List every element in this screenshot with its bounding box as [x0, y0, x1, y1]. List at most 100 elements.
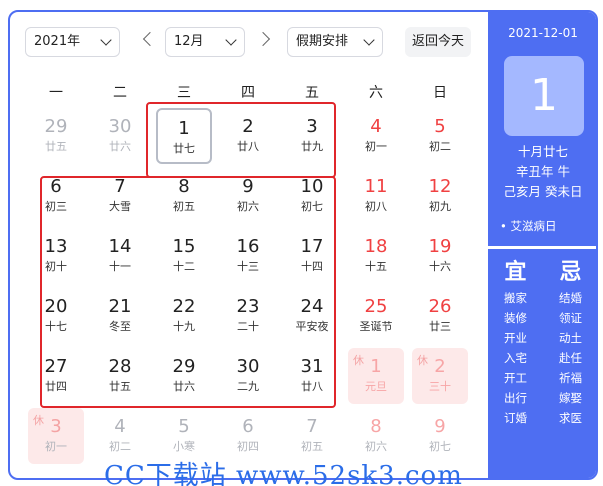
lunar-label: 廿七	[173, 142, 195, 155]
lunar-label: 十一	[109, 260, 131, 273]
lunar-ganzhi: 己亥月 癸未日	[503, 184, 583, 199]
day-cell[interactable]: 6 初三	[28, 168, 84, 224]
day-cell[interactable]: 21 冬至	[92, 288, 148, 344]
calendar-grid-pane: 2021年 12月 假期安排 返回今天 一二三四五六日 29 廿五 30 廿六 1 廿七 2…	[10, 12, 488, 478]
day-cell[interactable]: 7 大雪	[92, 168, 148, 224]
day-cell[interactable]: 30 廿六	[92, 108, 148, 164]
lunar-label: 廿八	[301, 380, 323, 393]
holiday-select[interactable]: 假期安排	[287, 27, 383, 57]
lunar-label: 初二	[429, 140, 451, 153]
day-cell[interactable]: 23 二十	[220, 288, 276, 344]
lunar-label: 初六	[237, 200, 259, 213]
day-cell[interactable]: 27 廿四	[28, 348, 84, 404]
day-number: 1	[178, 118, 190, 139]
day-cell[interactable]: 休 1 元旦	[348, 348, 404, 404]
lunar-label: 初一	[365, 140, 387, 153]
day-cell[interactable]: 30 二九	[220, 348, 276, 404]
year-select-value: 2021年	[34, 34, 81, 49]
day-cell[interactable]: 11 初八	[348, 168, 404, 224]
day-cell[interactable]: 休 3 初一	[28, 408, 84, 464]
day-cell[interactable]: 19 十六	[412, 228, 468, 284]
day-cell[interactable]: 29 廿五	[28, 108, 84, 164]
festival-label: • 艾滋病日	[500, 219, 557, 233]
weekday-label: 三	[177, 85, 191, 101]
day-cell[interactable]: 14 十一	[92, 228, 148, 284]
panel-divider	[488, 246, 596, 249]
chevron-down-icon	[225, 34, 237, 46]
day-number: 23	[236, 296, 260, 317]
day-cell[interactable]: 22 十九	[156, 288, 212, 344]
ji-item: 嫁娶	[559, 391, 582, 405]
yi-item: 开业	[504, 331, 527, 345]
day-cell[interactable]: 25 圣诞节	[348, 288, 404, 344]
weekday-label: 五	[305, 85, 319, 101]
day-cell[interactable]: 4 初一	[348, 108, 404, 164]
chevron-down-icon	[100, 34, 112, 46]
day-number: 5	[434, 116, 446, 137]
day-cell[interactable]: 24 平安夜	[284, 288, 340, 344]
day-number: 18	[364, 236, 388, 257]
day-cell[interactable]: 15 十二	[156, 228, 212, 284]
day-cell[interactable]: 20 十七	[28, 288, 84, 344]
day-cell[interactable]: 17 十四	[284, 228, 340, 284]
prev-month-icon[interactable]	[142, 31, 158, 47]
ji-column: 忌 结婚 领证 动土 赴任 祈福 嫁娶 求医	[543, 258, 596, 428]
day-number: 11	[364, 176, 388, 197]
day-number: 13	[44, 236, 68, 257]
lunar-label: 二九	[237, 380, 259, 393]
lunar-label: 廿六	[173, 380, 195, 393]
month-select[interactable]: 12月	[165, 27, 245, 57]
day-number: 8	[178, 176, 190, 197]
day-cell[interactable]: 12 初九	[412, 168, 468, 224]
lunar-label: 十三	[237, 260, 259, 273]
day-cell[interactable]: 8 初五	[156, 168, 212, 224]
day-cell[interactable]: 26 廿三	[412, 288, 468, 344]
day-cell[interactable]: 31 廿八	[284, 348, 340, 404]
yi-title: 宜	[504, 260, 527, 285]
day-number: 4	[370, 116, 382, 137]
day-number: 4	[114, 416, 126, 437]
ji-item: 领证	[559, 311, 582, 325]
day-number: 15	[172, 236, 196, 257]
year-select[interactable]: 2021年	[25, 27, 120, 57]
lunar-label: 初二	[109, 440, 131, 453]
day-number: 17	[300, 236, 324, 257]
day-number: 28	[108, 356, 132, 377]
lunar-label: 廿八	[237, 140, 259, 153]
chevron-down-icon	[363, 34, 375, 46]
day-cell[interactable]: 28 廿五	[92, 348, 148, 404]
holiday-select-value: 假期安排	[296, 34, 349, 49]
lunar-label: 初一	[45, 440, 67, 453]
yi-item: 出行	[504, 391, 527, 405]
lunar-label: 十七	[45, 320, 67, 333]
day-cell[interactable]: 10 初七	[284, 168, 340, 224]
ji-item: 动土	[559, 331, 582, 345]
day-cell[interactable]: 29 廿六	[156, 348, 212, 404]
day-cell[interactable]: 2 廿八	[220, 108, 276, 164]
day-number: 6	[50, 176, 62, 197]
weekday-label: 一	[49, 85, 63, 101]
day-cell[interactable]: 1 廿七	[156, 108, 212, 164]
lunar-date: 十月廿七	[517, 144, 568, 159]
day-cell[interactable]: 16 十三	[220, 228, 276, 284]
yi-item: 开工	[504, 371, 527, 385]
back-to-today-button[interactable]: 返回今天	[405, 27, 471, 57]
day-number: 3	[306, 116, 318, 137]
next-month-icon[interactable]	[255, 31, 271, 47]
lunar-label: 小寒	[173, 440, 195, 453]
day-cell[interactable]: 13 初十	[28, 228, 84, 284]
yi-item: 搬家	[504, 291, 527, 305]
day-cell[interactable]: 休 2 三十	[412, 348, 468, 404]
day-cell[interactable]: 5 初二	[412, 108, 468, 164]
watermark-text: CC下载站 www.52sk3.com	[104, 461, 463, 486]
ji-item: 求医	[559, 411, 582, 425]
month-select-value: 12月	[174, 34, 204, 49]
day-number: 19	[428, 236, 452, 257]
lunar-label: 初四	[237, 440, 259, 453]
lunar-label: 十六	[429, 260, 451, 273]
day-cell[interactable]: 18 十五	[348, 228, 404, 284]
lunar-label: 圣诞节	[359, 320, 393, 333]
day-cell[interactable]: 9 初六	[220, 168, 276, 224]
day-cell[interactable]: 3 廿九	[284, 108, 340, 164]
weekday-label: 二	[113, 85, 127, 101]
